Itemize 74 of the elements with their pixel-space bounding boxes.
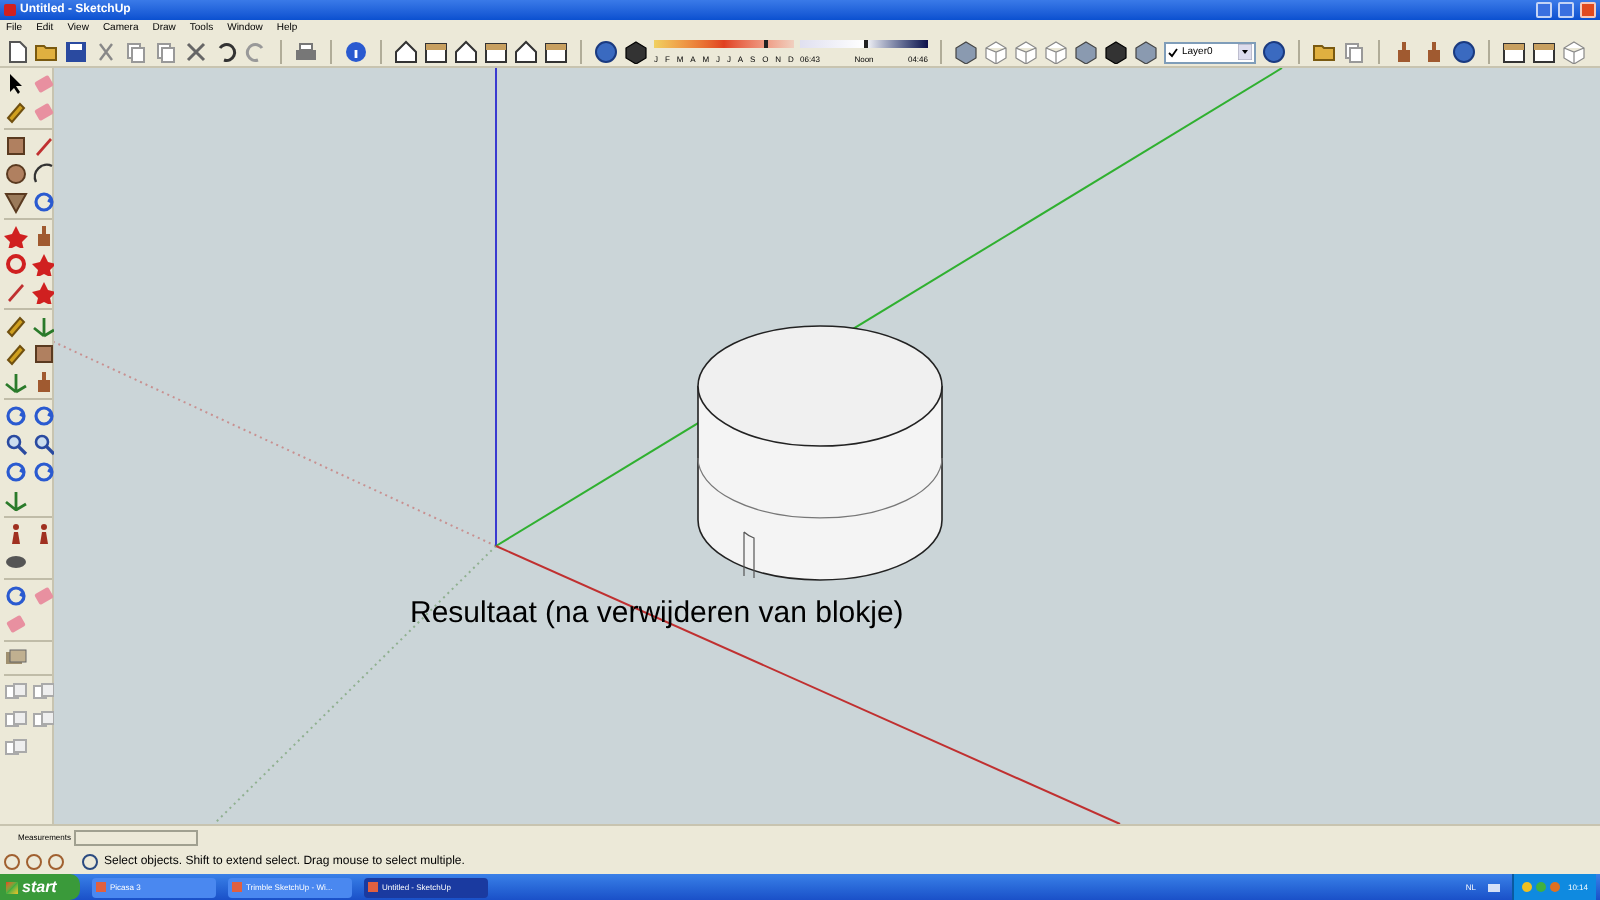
triangle-icon[interactable] xyxy=(4,190,28,214)
start-button[interactable]: start xyxy=(0,874,80,900)
cube-icon[interactable] xyxy=(624,40,648,64)
arrow-icon[interactable] xyxy=(4,72,28,96)
globe-icon[interactable] xyxy=(1262,40,1286,64)
circle-icon[interactable] xyxy=(4,162,28,186)
orbit-icon[interactable] xyxy=(32,404,56,428)
page-icon[interactable] xyxy=(4,40,28,64)
windows-flag-icon xyxy=(6,881,18,893)
user-icon[interactable] xyxy=(48,854,64,870)
figure-icon[interactable] xyxy=(1392,40,1416,64)
geo-location-icon[interactable] xyxy=(4,854,20,870)
cube-icon[interactable] xyxy=(1134,40,1158,64)
folder-icon[interactable] xyxy=(1312,40,1336,64)
credits-icon[interactable] xyxy=(26,854,42,870)
axes-icon[interactable] xyxy=(4,488,28,512)
app-icon xyxy=(232,882,242,892)
axes-icon[interactable] xyxy=(32,314,56,338)
house-icon[interactable] xyxy=(454,40,478,64)
star-icon[interactable] xyxy=(4,224,28,248)
cube-icon[interactable] xyxy=(1074,40,1098,64)
orbit-icon[interactable] xyxy=(4,584,28,608)
cube-icon[interactable] xyxy=(954,40,978,64)
layers-icon[interactable] xyxy=(4,646,28,670)
house-icon[interactable] xyxy=(514,40,538,64)
house-icon[interactable] xyxy=(394,40,418,64)
box-icon[interactable] xyxy=(424,40,448,64)
star-icon[interactable] xyxy=(32,252,56,276)
restore-button[interactable] xyxy=(1558,2,1574,18)
slider-thumb[interactable] xyxy=(763,40,768,48)
close-button[interactable] xyxy=(1580,2,1596,18)
figure-icon[interactable] xyxy=(32,224,56,248)
undo-icon[interactable] xyxy=(214,40,238,64)
axes-icon[interactable] xyxy=(4,370,28,394)
folder-icon[interactable] xyxy=(34,40,58,64)
magnifier-icon[interactable] xyxy=(4,432,28,456)
magnifier-icon[interactable] xyxy=(32,432,56,456)
globe-icon[interactable] xyxy=(1452,40,1476,64)
app-icon xyxy=(96,882,106,892)
orbit-icon[interactable] xyxy=(4,404,28,428)
rectangle-icon[interactable] xyxy=(32,342,56,366)
box-icon[interactable] xyxy=(1532,40,1556,64)
box-icon[interactable] xyxy=(544,40,568,64)
measurements-field[interactable] xyxy=(74,830,199,846)
star-icon[interactable] xyxy=(32,280,56,304)
orbit-icon[interactable] xyxy=(32,460,56,484)
dropdown-arrow-icon xyxy=(1238,44,1252,60)
tape-icon[interactable] xyxy=(4,314,28,338)
arc-icon[interactable] xyxy=(32,162,56,186)
tape-icon[interactable] xyxy=(4,100,28,124)
printer-icon[interactable] xyxy=(294,40,318,64)
figure-icon[interactable] xyxy=(32,370,56,394)
info-icon[interactable] xyxy=(344,40,368,64)
figure-icon[interactable] xyxy=(1422,40,1446,64)
copy-icon[interactable] xyxy=(124,40,148,64)
globe-icon[interactable] xyxy=(594,40,618,64)
box-icon[interactable] xyxy=(484,40,508,64)
keyboard-icon[interactable] xyxy=(1487,883,1500,891)
app-icon xyxy=(368,882,378,892)
box-icon[interactable] xyxy=(1502,40,1526,64)
tape-icon[interactable] xyxy=(4,342,28,366)
copy-icon[interactable] xyxy=(154,40,178,64)
rotate-icon[interactable] xyxy=(4,252,28,276)
minimize-button[interactable] xyxy=(1536,2,1552,18)
pencil-icon[interactable] xyxy=(4,280,28,304)
copy-icon[interactable] xyxy=(1342,40,1366,64)
app-icon xyxy=(4,4,16,16)
orbit-icon[interactable] xyxy=(32,190,56,214)
pencil-icon[interactable] xyxy=(32,134,56,158)
help-icon[interactable] xyxy=(82,854,98,870)
rectangle-icon[interactable] xyxy=(4,134,28,158)
orbit-icon[interactable] xyxy=(4,460,28,484)
cross-icon[interactable] xyxy=(184,40,208,64)
cube-icon[interactable] xyxy=(1104,40,1128,64)
